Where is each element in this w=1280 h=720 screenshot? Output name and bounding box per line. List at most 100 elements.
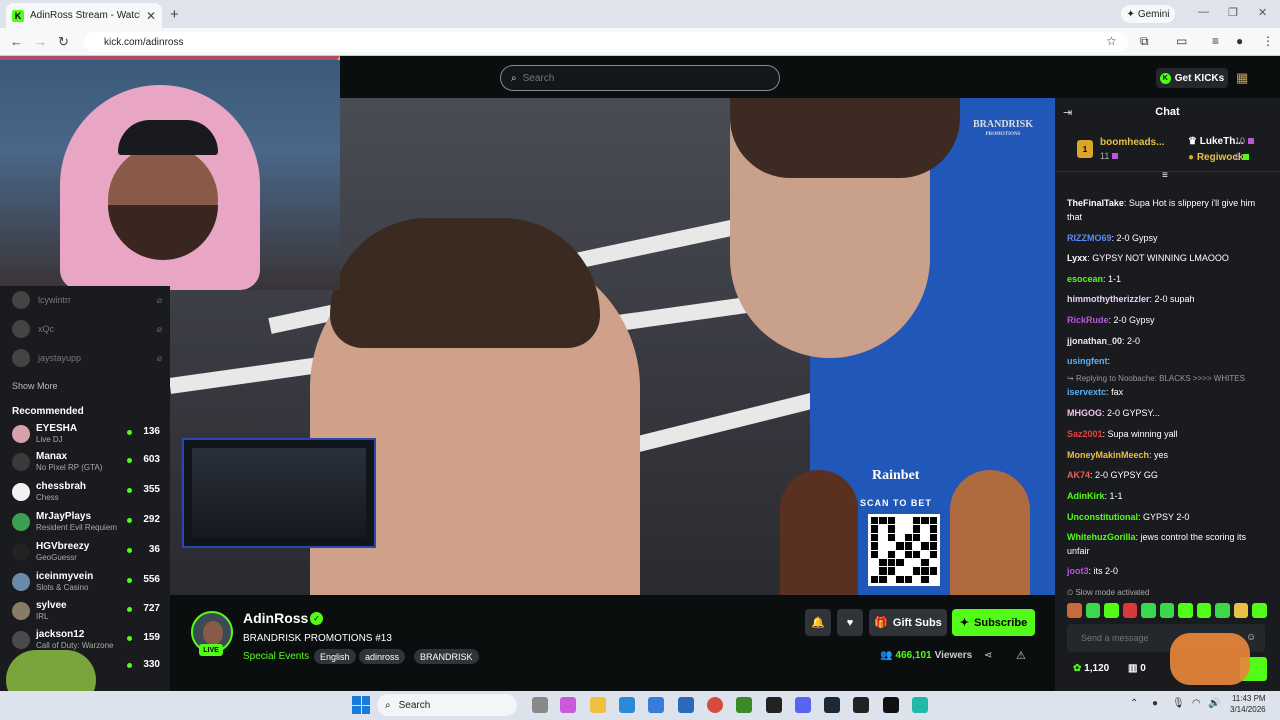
steam-icon[interactable] [824,697,840,713]
extensions-icon[interactable]: ⧉ [1140,34,1149,49]
collapse-chat-icon[interactable]: ⇥ [1063,106,1072,119]
gemini-button[interactable]: ✦ Gemini [1121,5,1175,23]
emote-icon[interactable] [1215,603,1230,618]
chat-username[interactable]: RIZZMO69 [1067,233,1112,243]
discord-icon[interactable] [795,697,811,713]
category-link[interactable]: Special Events [243,651,309,662]
forward-icon[interactable]: → [34,34,47,49]
windows-start-icon[interactable] [352,696,370,714]
chat-username[interactable]: Saz2001 [1067,429,1103,439]
sidebar-followed-item[interactable]: jaystayupp ⌀ [12,348,162,368]
emote-icon[interactable] [1159,603,1175,618]
chat-username[interactable]: WhitehuzGorilla [1067,532,1136,542]
back-icon[interactable]: ← [10,34,23,49]
notification-bell-button[interactable]: 🔔 [805,609,831,636]
expand-leaderboard-icon[interactable]: ≡ [1162,170,1168,181]
mail-icon[interactable] [678,697,694,713]
task-view-icon[interactable] [532,697,548,713]
chat-username[interactable]: joot3 [1067,566,1089,576]
leaderboard-first-name[interactable]: boomheads... [1100,137,1164,148]
tray-chevron-icon[interactable]: ⌃ [1130,698,1138,709]
chat-username[interactable]: TheFinalTake [1067,198,1124,208]
get-kicks-button[interactable]: K Get KICKs [1156,68,1228,88]
app-icon[interactable] [912,697,928,713]
sidebar-followed-item[interactable]: lcywintrr ⌀ [12,290,162,310]
chat-username[interactable]: Unconstitutional [1067,512,1138,522]
recommended-channel[interactable]: EYESHA Live DJ 136 [12,422,160,446]
emote-icon[interactable] [1122,603,1138,618]
cast-icon[interactable]: ▭ [1176,34,1187,48]
emote-icon[interactable] [1085,603,1101,618]
report-warning-icon[interactable]: ⚠ [1016,649,1026,662]
cod-icon[interactable] [766,697,782,713]
emote-icon[interactable] [1141,603,1156,618]
emote-icon[interactable] [1067,603,1082,618]
search-input[interactable] [522,72,753,84]
edge-icon[interactable] [619,697,635,713]
share-icon[interactable]: ⋖ [984,650,992,661]
app-icon[interactable] [853,697,869,713]
emote-icon[interactable] [1233,603,1249,618]
recommended-channel[interactable]: Manax No Pixel RP (GTA) 603 [12,450,160,474]
recommended-channel[interactable]: jackson12 Call of Duty: Warzone 159 [12,628,160,652]
subscribe-button[interactable]: ✦ Subscribe [952,609,1035,636]
close-tab-icon[interactable]: ✕ [146,9,156,23]
tag-brandrisk[interactable]: BRANDRISK [414,649,479,664]
menu-kebab-icon[interactable]: ⋮ [1262,34,1274,48]
chat-username[interactable]: iservextc [1067,387,1106,397]
taskbar-search[interactable]: ⌕ Search [377,694,517,716]
chat-username[interactable]: himmothytherizzler [1067,294,1150,304]
chat-username[interactable]: AK74 [1067,470,1090,480]
chat-username[interactable]: RickRude [1067,315,1109,325]
tag-english[interactable]: English [314,649,356,664]
maximize-icon[interactable]: ❐ [1228,6,1238,19]
minecraft-icon[interactable] [736,697,752,713]
volume-icon[interactable]: 🔊 [1208,698,1220,709]
microphone-icon[interactable]: 🎙 [1172,698,1185,709]
channel-points[interactable]: ✿ 1,120 [1073,663,1109,674]
recommended-channel[interactable]: HGVbreezy GeoGuessr 36 [12,540,160,564]
channel-name[interactable]: AdinRoss [243,610,308,626]
chat-username[interactable]: jjonathan_00 [1067,336,1122,346]
recommended-channel[interactable]: iceinmyvein Slots & Casino 556 [12,570,160,594]
emote-icon[interactable] [1104,603,1119,618]
bookmark-star-icon[interactable]: ☆ [1106,34,1117,48]
recommended-channel[interactable]: MrJayPlays Resident Evil Requiem 292 [12,510,160,534]
profile-avatar-icon[interactable]: ● [1236,34,1243,48]
follow-heart-button[interactable]: ♥ [837,609,863,636]
new-tab-icon[interactable]: + [170,6,179,23]
emoji-picker-icon[interactable]: ☺ [1246,632,1256,643]
chat-username[interactable]: MoneyMakinMeech [1067,450,1149,460]
minimize-icon[interactable]: — [1198,6,1209,18]
recommended-channel[interactable]: sylvee IRL 727 [12,599,160,623]
taskbar-clock[interactable]: 11:43 PM 3/14/2026 [1230,693,1266,715]
chrome-icon[interactable] [707,697,723,713]
chat-username[interactable]: MHGOG [1067,408,1102,418]
tag-adinross[interactable]: adinross [359,649,406,664]
browser-tab[interactable]: K AdinRoss Stream - Watch L ✕ [6,3,162,28]
address-bar[interactable]: kick.com/adinross [84,32,1128,52]
show-more-link[interactable]: Show More [12,381,58,391]
reload-icon[interactable]: ↻ [58,34,69,50]
recommended-channel[interactable]: chessbrah Chess 355 [12,480,160,504]
emote-icon[interactable] [1252,603,1268,618]
chat-username[interactable]: AdinKirk [1067,491,1105,501]
emote-icon[interactable] [1178,603,1193,618]
secondary-points[interactable]: ▥ 0 [1128,663,1146,674]
treasure-icon[interactable]: ▦ [1236,70,1250,85]
tray-app-icon[interactable]: ● [1152,698,1158,709]
chat-username[interactable]: esocean [1067,274,1103,284]
gift-subs-button[interactable]: 🎁 Gift Subs [869,609,947,636]
chat-username[interactable]: Lyxx [1067,253,1087,263]
file-explorer-icon[interactable] [590,697,606,713]
search-box[interactable]: ⌕ [500,65,780,91]
app-icon[interactable] [883,697,899,713]
sidebar-followed-item[interactable]: xQc ⌀ [12,319,162,339]
store-app-icon[interactable] [648,697,664,713]
reading-list-icon[interactable]: ≡ [1212,34,1219,48]
close-window-icon[interactable]: ✕ [1258,6,1267,19]
wifi-icon[interactable]: ◠ [1192,698,1201,709]
emote-icon[interactable] [1196,603,1212,618]
chat-username[interactable]: usingfent [1067,356,1108,366]
copilot-icon[interactable] [560,697,576,713]
